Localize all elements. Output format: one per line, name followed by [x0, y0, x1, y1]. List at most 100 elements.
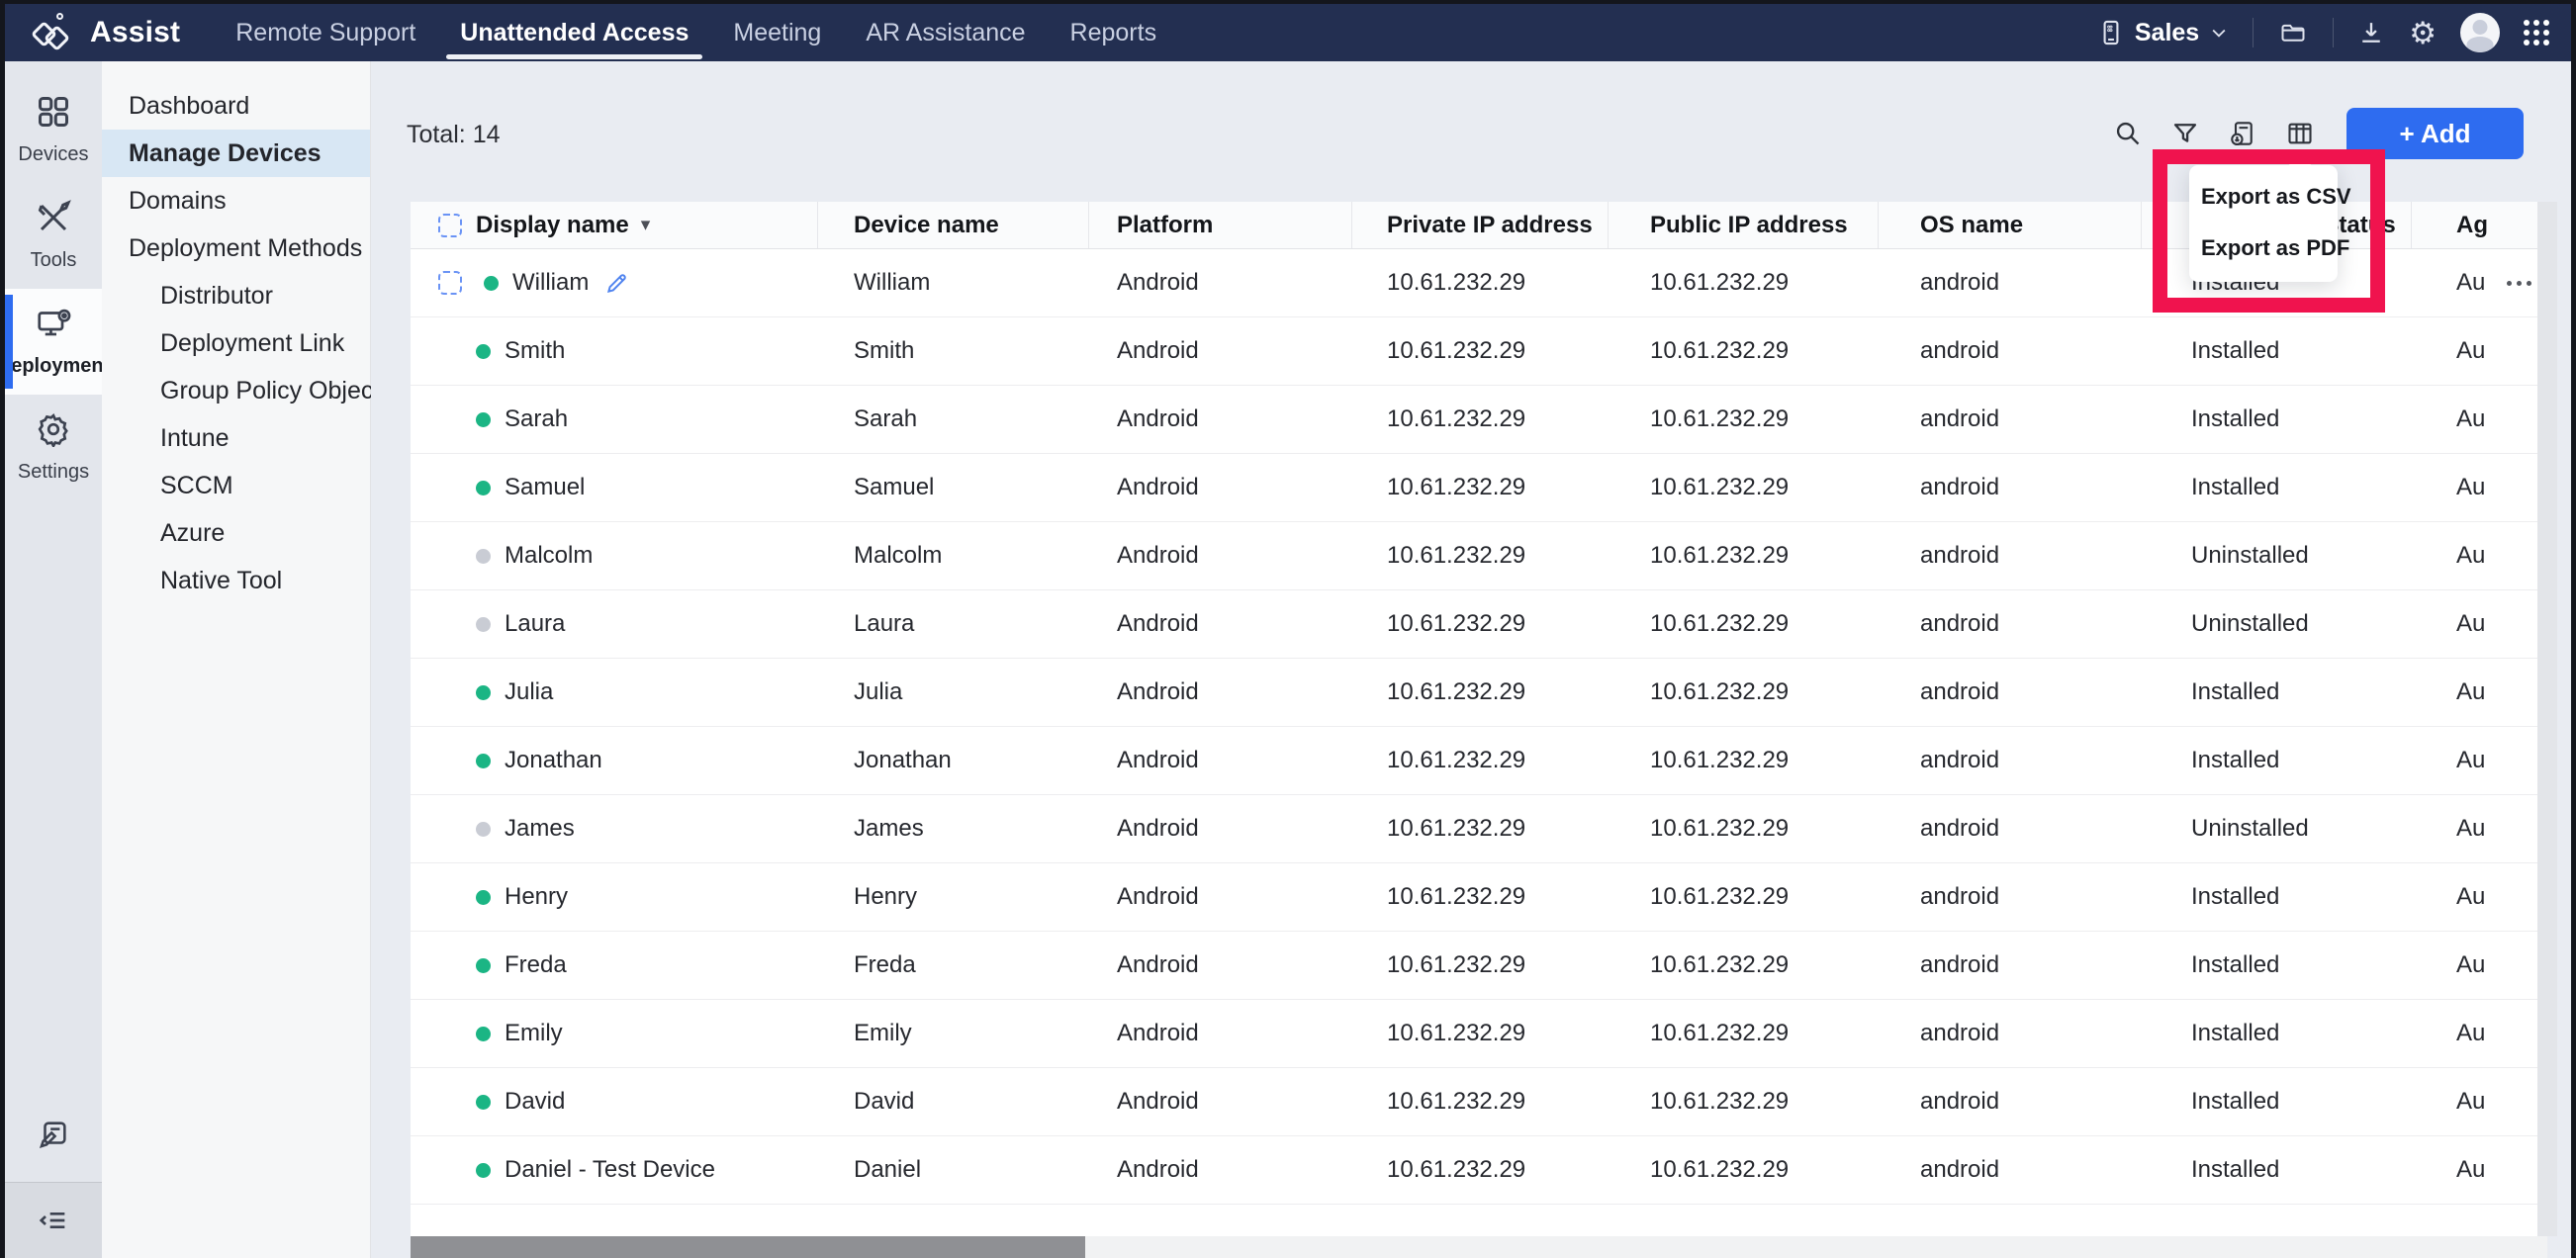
horizontal-scrollbar[interactable] — [411, 1236, 2547, 1258]
filter-icon[interactable] — [2171, 120, 2199, 147]
os-name-cell: android — [1879, 1068, 2142, 1135]
online-status-dot — [476, 1027, 491, 1041]
row-overflow-menu-icon[interactable] — [2507, 281, 2531, 286]
public-ip-cell: 10.61.232.29 — [1609, 386, 1879, 453]
display-name: Daniel - Test Device — [505, 1156, 715, 1184]
avatar[interactable] — [2460, 13, 2500, 52]
table-row[interactable]: FredaFredaAndroid10.61.232.2910.61.232.2… — [411, 932, 2547, 1000]
sidebar-item-intune[interactable]: Intune — [102, 414, 370, 462]
nav-tab-ar-assistance[interactable]: AR Assistance — [866, 4, 1025, 61]
platform-cell: Android — [1089, 1136, 1352, 1204]
agent-cell: Au — [2412, 1068, 2547, 1135]
display-name: Laura — [505, 610, 565, 638]
export-menu-item-export-as-pdf[interactable]: Export as PDF — [2189, 223, 2338, 274]
sidebar-item-dashboard[interactable]: Dashboard — [102, 82, 370, 130]
online-status-dot — [476, 1163, 491, 1178]
nav-tab-remote-support[interactable]: Remote Support — [235, 4, 415, 61]
installation-status-cell: Uninstalled — [2142, 590, 2412, 658]
table-row[interactable]: SmithSmithAndroid10.61.232.2910.61.232.2… — [411, 317, 2547, 386]
edit-pencil-icon[interactable] — [604, 270, 630, 296]
table-row[interactable]: LauraLauraAndroid10.61.232.2910.61.232.2… — [411, 590, 2547, 659]
column-header-label: Public IP address — [1650, 212, 1848, 239]
download-icon[interactable] — [2357, 19, 2385, 46]
table-row[interactable]: EmilyEmilyAndroid10.61.232.2910.61.232.2… — [411, 1000, 2547, 1068]
table-row[interactable]: DavidDavidAndroid10.61.232.2910.61.232.2… — [411, 1068, 2547, 1136]
private-ip-cell: 10.61.232.29 — [1352, 1068, 1609, 1135]
rail-item-devices[interactable]: Devices — [5, 77, 102, 183]
column-chooser-icon[interactable] — [2286, 120, 2314, 147]
online-status-dot — [476, 1095, 491, 1110]
folder-icon[interactable] — [2277, 19, 2309, 46]
horizontal-scrollbar-thumb[interactable] — [411, 1236, 1085, 1258]
table-row[interactable]: HenryHenryAndroid10.61.232.2910.61.232.2… — [411, 863, 2547, 932]
offline-status-dot — [476, 617, 491, 632]
installation-status-cell: Installed — [2142, 1000, 2412, 1067]
tools-icon — [36, 200, 71, 240]
agent-cell: Au — [2412, 454, 2547, 521]
platform-cell: Android — [1089, 727, 1352, 794]
rail-item-label: Tools — [31, 249, 77, 272]
add-device-button[interactable]: + Add — [2346, 108, 2524, 159]
column-header-public-ip-address: Public IP address — [1609, 202, 1879, 248]
column-header-display-name[interactable]: Display name▾ — [411, 202, 818, 248]
nav-tab-meeting[interactable]: Meeting — [733, 4, 821, 61]
os-name-cell: android — [1879, 249, 2142, 316]
rail-item-label: Settings — [18, 461, 89, 484]
table-row[interactable]: Daniel - Test DeviceDanielAndroid10.61.2… — [411, 1136, 2547, 1205]
rail-item-deployment[interactable]: Deployment — [5, 289, 102, 395]
table-row[interactable]: SamuelSamuelAndroid10.61.232.2910.61.232… — [411, 454, 2547, 522]
platform-cell: Android — [1089, 590, 1352, 658]
export-menu-item-export-as-csv[interactable]: Export as CSV — [2189, 171, 2338, 223]
sidebar-item-manage-devices[interactable]: Manage Devices — [102, 130, 370, 177]
platform-cell: Android — [1089, 795, 1352, 862]
nav-tab-unattended-access[interactable]: Unattended Access — [460, 4, 689, 61]
rail-item-settings[interactable]: Settings — [5, 395, 102, 500]
display-name: Freda — [505, 951, 567, 979]
display-name: James — [505, 815, 575, 843]
apps-grid-icon[interactable] — [2524, 20, 2549, 45]
private-ip-cell: 10.61.232.29 — [1352, 454, 1609, 521]
sidebar-item-group-policy-object[interactable]: Group Policy Object — [102, 367, 370, 414]
os-name-cell: android — [1879, 863, 2142, 931]
nav-tab-reports[interactable]: Reports — [1070, 4, 1157, 61]
installation-status-cell: Installed — [2142, 1136, 2412, 1204]
sidebar-item-deployment-methods[interactable]: Deployment Methods — [102, 225, 370, 272]
display-name: Jonathan — [505, 747, 602, 774]
private-ip-cell: 10.61.232.29 — [1352, 386, 1609, 453]
gear-icon[interactable]: ⚙ — [2409, 18, 2437, 48]
display-name-cell: David — [411, 1068, 818, 1135]
table-row[interactable]: JuliaJuliaAndroid10.61.232.2910.61.232.2… — [411, 659, 2547, 727]
display-name-cell: Laura — [411, 590, 818, 658]
workspace-selector[interactable]: Sales — [2097, 19, 2229, 47]
select-all-checkbox[interactable] — [438, 214, 462, 237]
export-icon[interactable] — [2229, 120, 2256, 147]
online-status-dot — [476, 754, 491, 768]
private-ip-cell: 10.61.232.29 — [1352, 863, 1609, 931]
workspace-label: Sales — [2135, 19, 2199, 47]
public-ip-cell: 10.61.232.29 — [1609, 727, 1879, 794]
online-status-dot — [476, 890, 491, 905]
sidebar-item-deployment-link[interactable]: Deployment Link — [102, 319, 370, 367]
vertical-scrollbar[interactable] — [2537, 202, 2557, 1236]
sidebar-item-domains[interactable]: Domains — [102, 177, 370, 225]
table-row[interactable]: JamesJamesAndroid10.61.232.2910.61.232.2… — [411, 795, 2547, 863]
table-row[interactable]: JonathanJonathanAndroid10.61.232.2910.61… — [411, 727, 2547, 795]
sidebar-item-native-tool[interactable]: Native Tool — [102, 557, 370, 604]
rail-item-tools[interactable]: Tools — [5, 183, 102, 289]
device-name-cell: David — [818, 1068, 1089, 1135]
settings-gear-icon — [36, 411, 71, 452]
search-icon[interactable] — [2114, 120, 2142, 147]
sidebar-item-distributor[interactable]: Distributor — [102, 272, 370, 319]
sidebar-item-azure[interactable]: Azure — [102, 509, 370, 557]
installation-status-cell: Installed — [2142, 386, 2412, 453]
collapse-panel-icon[interactable] — [5, 1182, 102, 1258]
row-checkbox[interactable] — [438, 271, 462, 295]
sidebar-item-sccm[interactable]: SCCM — [102, 462, 370, 509]
table-row[interactable]: SarahSarahAndroid10.61.232.2910.61.232.2… — [411, 386, 2547, 454]
feedback-note-icon[interactable] — [5, 1118, 102, 1151]
platform-cell: Android — [1089, 659, 1352, 726]
installation-status-cell: Installed — [2142, 863, 2412, 931]
column-header-label: Device name — [854, 212, 999, 239]
devices-grid-icon — [36, 94, 71, 135]
table-row[interactable]: MalcolmMalcolmAndroid10.61.232.2910.61.2… — [411, 522, 2547, 590]
